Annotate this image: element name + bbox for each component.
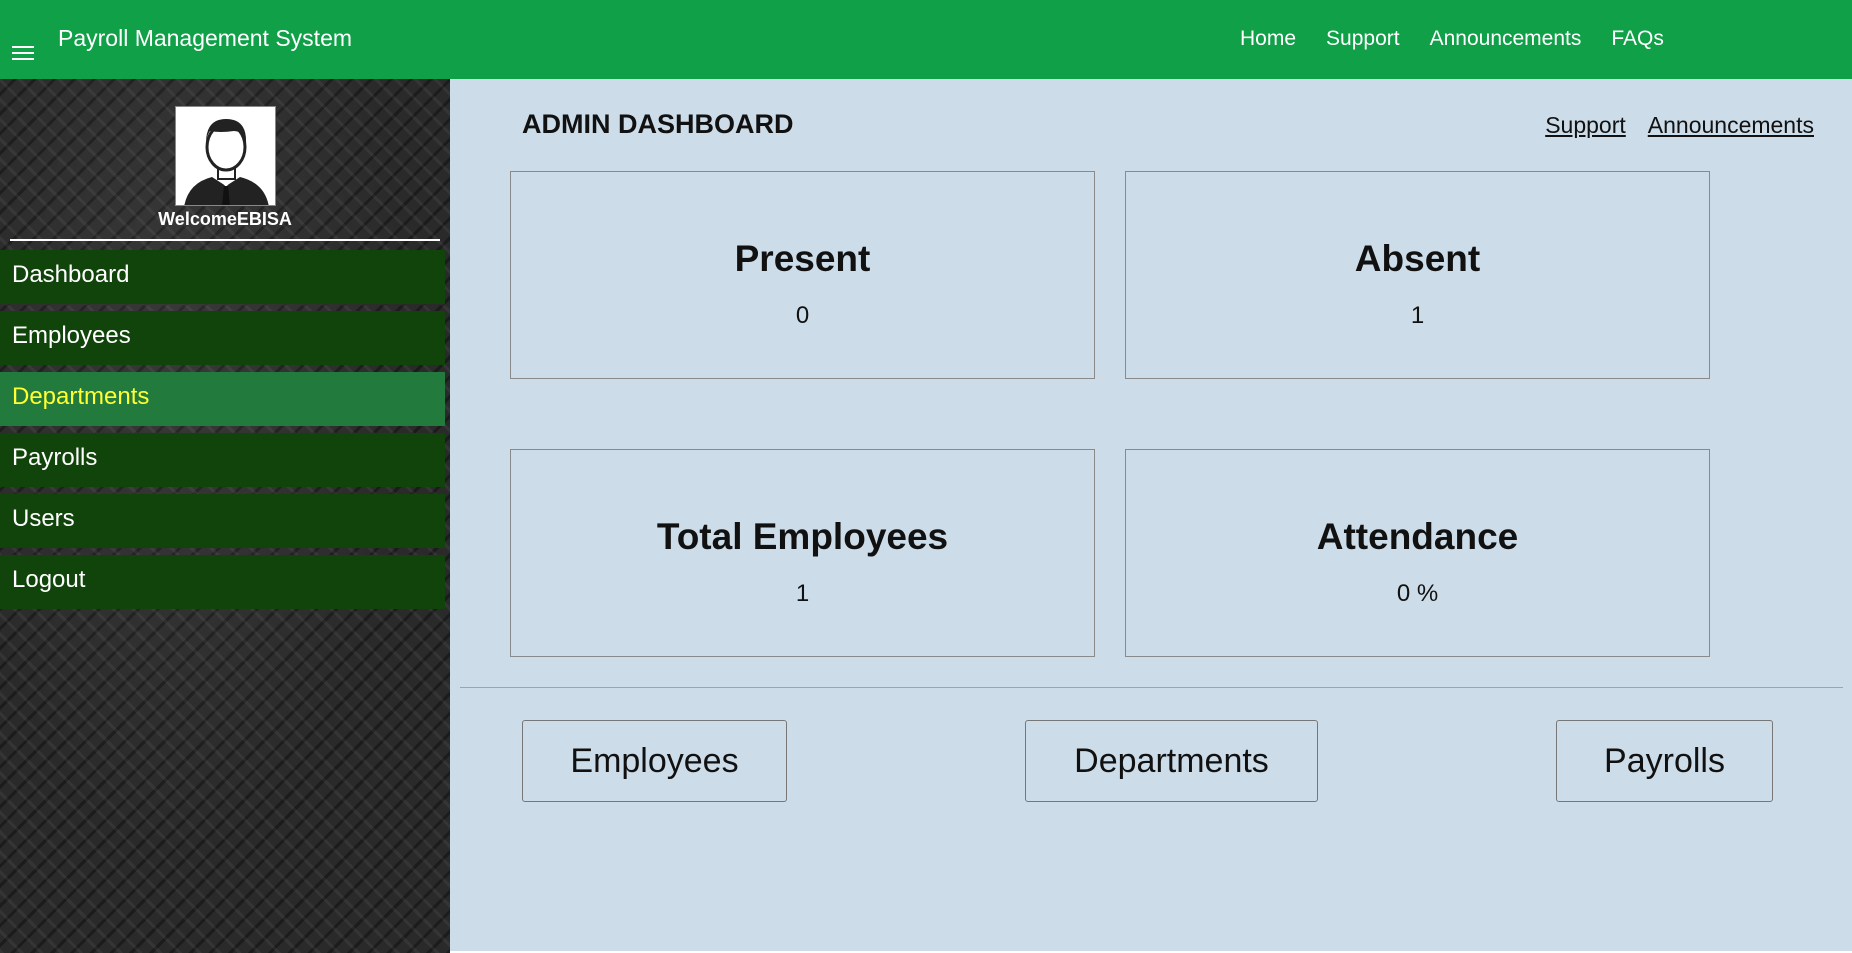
- card-value: 0: [795, 302, 810, 329]
- present-card: Present 0: [510, 171, 1095, 379]
- main-content: ADMIN DASHBOARD Support Announcements Pr…: [450, 79, 1852, 951]
- card-title: Present: [734, 238, 871, 279]
- section-divider: [460, 687, 1843, 688]
- sidebar-item-logout[interactable]: Logout: [0, 555, 445, 609]
- sidebar: WelcomeEBISA Dashboard Employees Departm…: [0, 79, 450, 953]
- sidebar-item-payrolls[interactable]: Payrolls: [0, 433, 445, 487]
- nav-home[interactable]: Home: [1240, 27, 1296, 51]
- card-value: 1: [795, 580, 810, 607]
- card-value: 0 %: [1396, 580, 1439, 607]
- sidebar-menu: Dashboard Employees Departments Payrolls…: [0, 250, 445, 616]
- payrolls-button[interactable]: Payrolls: [1556, 720, 1773, 802]
- page-title: ADMIN DASHBOARD: [522, 109, 794, 139]
- employees-button[interactable]: Employees: [522, 720, 787, 802]
- total-employees-card: Total Employees 1: [510, 449, 1095, 657]
- sidebar-divider: [10, 239, 440, 241]
- support-link[interactable]: Support: [1545, 112, 1626, 139]
- top-nav: Home Support Announcements FAQs: [1240, 27, 1664, 51]
- sidebar-item-dashboard[interactable]: Dashboard: [0, 250, 445, 304]
- top-navbar: Payroll Management System Home Support A…: [0, 0, 1852, 79]
- nav-support[interactable]: Support: [1326, 27, 1400, 51]
- attendance-card: Attendance 0 %: [1125, 449, 1710, 657]
- nav-announcements[interactable]: Announcements: [1430, 27, 1582, 51]
- absent-card: Absent 1: [1125, 171, 1710, 379]
- card-title: Attendance: [1316, 516, 1519, 557]
- hamburger-menu-icon[interactable]: [12, 46, 34, 60]
- sidebar-item-employees[interactable]: Employees: [0, 311, 445, 365]
- quick-links: Support Announcements: [1545, 112, 1814, 139]
- announcements-link[interactable]: Announcements: [1648, 112, 1814, 139]
- card-title: Absent: [1354, 238, 1481, 279]
- departments-button[interactable]: Departments: [1025, 720, 1318, 802]
- card-value: 1: [1410, 302, 1425, 329]
- sidebar-item-users[interactable]: Users: [0, 494, 445, 548]
- nav-faqs[interactable]: FAQs: [1611, 27, 1664, 51]
- card-title: Total Employees: [656, 516, 949, 557]
- sidebar-item-departments[interactable]: Departments: [0, 372, 445, 426]
- app-title: Payroll Management System: [58, 25, 353, 51]
- welcome-text: WelcomeEBISA: [158, 209, 292, 229]
- user-avatar-icon: [175, 106, 276, 206]
